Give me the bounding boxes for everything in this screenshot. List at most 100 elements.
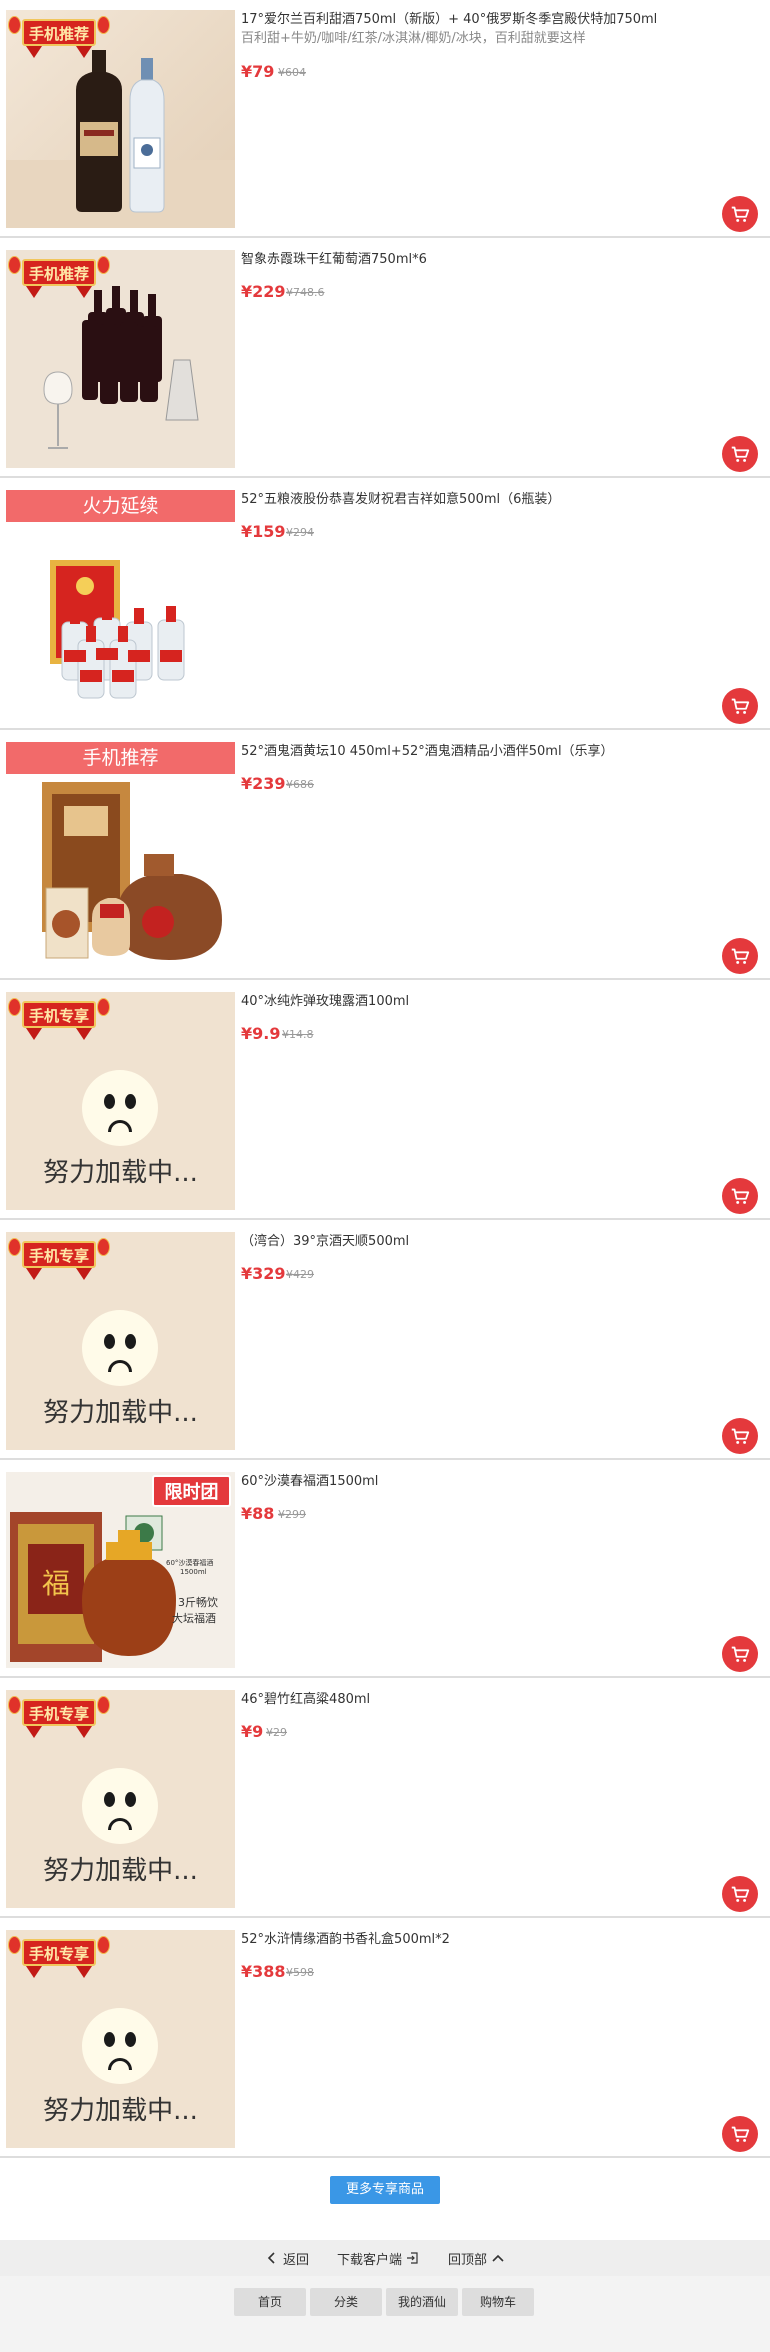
product-price: ¥88 [241,1504,275,1523]
badge-label: 手机专享 [22,1241,96,1268]
phone-exclusive-badge: 手机专享 [6,1930,112,1980]
image-caption-volume: 1500ml [180,1568,207,1576]
product-item[interactable]: 努力加载中... 手机专享 46°碧竹红高粱480ml ¥9 ¥29 [0,1680,770,1918]
badge-label: 手机专享 [22,1939,96,1966]
badge-label: 手机专享 [22,1699,96,1726]
product-price: ¥9 [241,1722,264,1741]
original-price: ¥598 [286,1966,314,1979]
product-price: ¥79 [241,62,275,81]
top-label: 回顶部 [448,2252,488,2268]
loading-text: 努力加载中... [43,2096,198,2126]
product-price: ¥239 [241,774,286,793]
lantern-icon [97,16,110,34]
product-image[interactable]: 努力加载中... 手机专享 [6,1930,235,2148]
phone-recommend-badge: 手机推荐 [6,10,112,60]
original-price: ¥686 [286,778,314,791]
product-item[interactable]: 火力延续 52°五粮液股份恭喜发财祝君吉祥如意500ml（6瓶装） ¥159 ¥… [0,480,770,730]
add-to-cart-button[interactable] [722,938,758,974]
lantern-icon [8,1238,21,1256]
image-caption-name: 60°沙漠春福酒 [166,1559,214,1567]
download-icon [407,2252,418,2264]
product-item[interactable]: 努力加载中... 手机专享 （湾合）39°京酒天顺500ml ¥329 ¥429 [0,1222,770,1460]
product-title[interactable]: 52°酒鬼酒黄坛10 450ml+52°酒鬼酒精品小酒伴50ml（乐享） [241,742,761,761]
loading-face-icon [82,1768,158,1844]
limited-group-badge: 限时团 [152,1475,231,1507]
product-title[interactable]: 60°沙漠春福酒1500ml [241,1472,761,1491]
add-to-cart-button[interactable] [722,196,758,232]
product-image[interactable]: 努力加载中... 手机专享 [6,1690,235,1908]
product-image[interactable]: 手机推荐 [6,250,235,468]
back-to-top-link[interactable]: 回顶部 [448,2249,505,2268]
original-price: ¥429 [286,1268,314,1281]
original-price: ¥604 [278,66,306,79]
cart-icon [731,1886,750,1902]
product-item[interactable]: 努力加载中... 手机专享 40°冰纯炸弹玫瑰露酒100ml ¥9.9 ¥14.… [0,982,770,1220]
add-to-cart-button[interactable] [722,2116,758,2152]
add-to-cart-button[interactable] [722,1418,758,1454]
product-image[interactable]: 手机推荐 [6,742,235,970]
product-title[interactable]: 智象赤霞珠干红葡萄酒750ml*6 [241,250,761,269]
promo-banner: 手机推荐 [6,742,235,774]
phone-exclusive-badge: 手机专享 [6,1690,112,1740]
cart-icon [731,948,750,964]
cart-icon [731,446,750,462]
cart-icon [731,1428,750,1444]
cart-icon [731,1188,750,1204]
lantern-icon [8,998,21,1016]
product-item[interactable]: 手机推荐 智象赤霞珠干红葡萄酒750ml*6 ¥229 ¥748.6 [0,240,770,478]
product-title[interactable]: 52°水浒情缘酒韵书香礼盒500ml*2 [241,1930,761,1949]
tab-cart[interactable]: 购物车 [462,2288,534,2316]
product-title[interactable]: 52°五粮液股份恭喜发财祝君吉祥如意500ml（6瓶装） [241,490,761,509]
product-image[interactable]: 火力延续 [6,490,235,720]
product-title[interactable]: 17°爱尔兰百利甜酒750ml（新版）+ 40°俄罗斯冬季宫殿伏特加750ml [241,10,761,29]
original-price: ¥29 [266,1726,287,1739]
back-link[interactable]: 返回 [265,2249,309,2268]
tab-category[interactable]: 分类 [310,2288,382,2316]
lantern-icon [97,1936,110,1954]
lantern-icon [97,256,110,274]
loading-face-icon [82,1070,158,1146]
product-item[interactable]: 手机推荐 52°酒鬼酒黄坛10 450ml+52°酒鬼酒精品小酒伴50ml（乐享… [0,732,770,980]
product-item[interactable]: 手机推荐 17°爱尔兰百利甜酒750ml（新版）+ 40°俄罗斯冬季宫殿伏特加7… [0,0,770,238]
more-products-button[interactable]: 更多专享商品 [330,2176,440,2204]
loading-face-icon [82,2008,158,2084]
tab-home[interactable]: 首页 [234,2288,306,2316]
product-title[interactable]: （湾合）39°京酒天顺500ml [241,1232,761,1251]
tab-my-account[interactable]: 我的酒仙 [386,2288,458,2316]
phone-exclusive-badge: 手机专享 [6,1232,112,1282]
product-image[interactable]: 手机推荐 [6,10,235,228]
product-price: ¥388 [241,1962,286,1981]
lantern-icon [8,1696,21,1714]
back-label: 返回 [282,2252,309,2268]
product-item[interactable]: 福 60°沙漠春福酒 1500ml 3斤畅饮 大坛福酒 限时团 60°沙漠春福酒… [0,1462,770,1678]
add-to-cart-button[interactable] [722,1636,758,1672]
product-price: ¥329 [241,1264,286,1283]
product-title[interactable]: 40°冰纯炸弹玫瑰露酒100ml [241,992,761,1011]
badge-label: 手机推荐 [22,259,96,286]
cart-icon [731,698,750,714]
lantern-icon [97,1238,110,1256]
original-price: ¥299 [278,1508,306,1521]
product-image[interactable]: 努力加载中... 手机专享 [6,992,235,1210]
original-price: ¥294 [286,526,314,539]
product-image[interactable]: 福 60°沙漠春福酒 1500ml 3斤畅饮 大坛福酒 限时团 [6,1472,235,1668]
cart-icon [731,2126,750,2142]
download-label: 下载客户端 [336,2252,402,2268]
product-item[interactable]: 努力加载中... 手机专享 52°水浒情缘酒韵书香礼盒500ml*2 ¥388 … [0,1920,770,2158]
cart-icon [731,206,750,222]
add-to-cart-button[interactable] [722,688,758,724]
badge-label: 手机专享 [22,1001,96,1028]
image-caption-line1: 3斤畅饮 [178,1596,218,1609]
add-to-cart-button[interactable] [722,1178,758,1214]
loading-text: 努力加载中... [43,1856,198,1886]
product-price: ¥229 [241,282,286,301]
product-title[interactable]: 46°碧竹红高粱480ml [241,1690,761,1709]
add-to-cart-button[interactable] [722,436,758,472]
add-to-cart-button[interactable] [722,1876,758,1912]
original-price: ¥14.8 [282,1028,314,1041]
cart-icon [731,1646,750,1662]
loading-text: 努力加载中... [43,1158,198,1188]
download-client-link[interactable]: 下载客户端 [337,2249,420,2268]
product-image[interactable]: 努力加载中... 手机专享 [6,1232,235,1450]
lantern-icon [97,998,110,1016]
